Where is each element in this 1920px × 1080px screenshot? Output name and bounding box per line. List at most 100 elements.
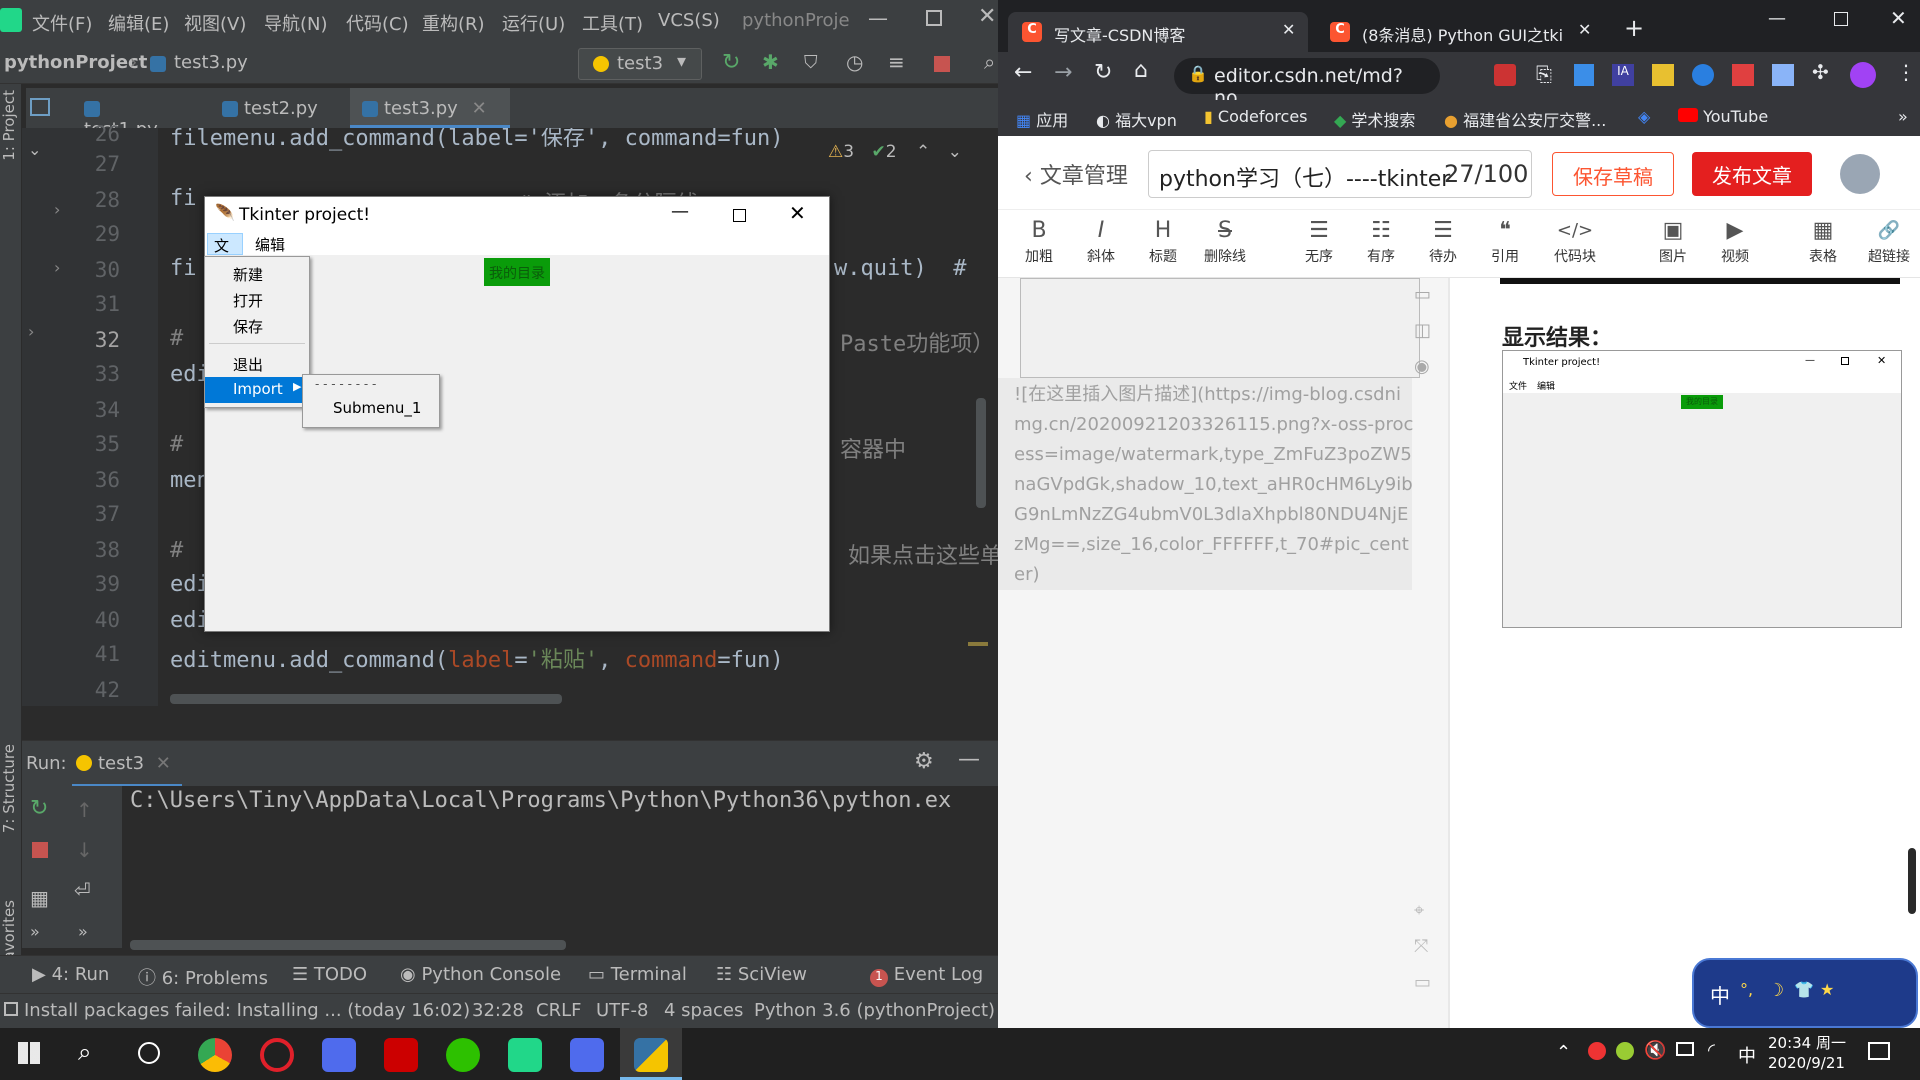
close-icon[interactable]: ✕ [789,201,806,225]
tool-terminal[interactable]: ▭ Terminal [588,964,687,985]
soft-wrap-icon[interactable]: ⏎ [74,878,91,902]
toolbar-ordered[interactable]: ☷ 有序 [1354,216,1408,266]
tab-test3[interactable]: test3.py ✕ [350,88,510,128]
menu-run[interactable]: 运行(U) [502,10,565,36]
wifi-icon[interactable]: ◜ [1708,1040,1715,1061]
home-icon[interactable]: ⌂ [1134,58,1148,83]
project-tool-button[interactable]: 1: Project [0,90,18,161]
pdf-extension-icon[interactable] [1494,64,1516,86]
debug-icon[interactable]: ✱ [762,50,779,74]
tk-menuitem-quit[interactable]: 退出 [205,351,309,377]
tk-menu-edit[interactable]: 编辑 [255,234,285,255]
ime-indicator[interactable]: 中 [1738,1042,1756,1068]
menu-vcs[interactable]: VCS(S) [658,10,720,31]
acrobat-icon[interactable] [384,1038,418,1072]
rerun-icon[interactable]: ↻ [30,796,48,821]
breadcrumb-project[interactable]: pythonProject [4,52,147,73]
indent-setting[interactable]: 4 spaces [664,1000,743,1021]
notification-icon[interactable] [1868,1042,1890,1060]
chevron-down-icon[interactable]: ⌄ [948,142,962,162]
tray-icon[interactable] [1588,1042,1606,1060]
horizontal-scrollbar[interactable] [170,694,562,704]
search-icon[interactable]: ⌕ [78,1038,91,1066]
expand-icon[interactable]: ⤧ [1414,936,1428,957]
maximize-icon[interactable] [926,10,942,26]
status-message[interactable]: Install packages failed: Installing ... … [24,1000,470,1021]
ia-extension-icon[interactable]: IA [1612,64,1634,86]
menu-view[interactable]: 视图(V) [184,10,246,36]
close-tab-icon[interactable]: ✕ [156,753,171,774]
close-tab-icon[interactable]: ✕ [1282,20,1295,39]
extension-icon[interactable] [1652,64,1674,86]
toolbar-codeblock[interactable]: </> 代码块 [1540,216,1610,266]
stop-icon[interactable] [32,842,48,858]
address-bar[interactable]: 🔒 editor.csdn.net/md?no... [1174,58,1440,109]
bookmark-fudavpn[interactable]: ◐ 福大vpn [1096,107,1177,131]
arrow-down-icon[interactable]: ↓ [76,838,93,862]
back-icon[interactable]: ← [1014,60,1032,85]
opera-taskbar-icon[interactable] [260,1038,294,1072]
toolbar-table[interactable]: ▦ 表格 [1796,216,1850,266]
chrome-taskbar-icon[interactable] [198,1038,232,1072]
inspection-widget[interactable]: ⚠3 ✔2 ⌃ ⌄ [828,142,978,166]
run-tab-test3[interactable]: test3 ✕ [72,741,182,787]
windows-start-icon[interactable] [18,1042,40,1064]
minimize-icon[interactable]: — [1768,8,1786,29]
minimize-icon[interactable]: — [868,6,888,30]
tk-menuitem-save[interactable]: 保存 [205,313,309,339]
tool-problems[interactable]: ⓘ 6: Problems [138,964,268,990]
fullscreen-icon[interactable]: ▭ [1414,972,1431,993]
clock-date[interactable]: 2020/9/21 [1768,1054,1845,1072]
toolbar-video[interactable]: ▶ 视频 [1708,216,1762,266]
maximize-icon[interactable] [1834,12,1848,26]
menu-refactor[interactable]: 重构(R) [422,10,485,36]
show-hidden-icon[interactable]: ⌃ [1556,1042,1571,1063]
toolbar-link[interactable]: 🔗 超链接 [1858,216,1920,266]
tool-todo[interactable]: ☰ TODO [292,964,367,985]
tool-event-log[interactable]: 1 Event Log [870,964,983,987]
more-icon[interactable]: » [30,922,40,941]
bookmark-scholar[interactable]: ◆ 学术搜索 [1334,107,1415,131]
menu-file[interactable]: 文件(F) [32,10,92,36]
coverage-icon[interactable]: ⛉ [804,52,818,73]
clock-time[interactable]: 20:34 周一 [1768,1032,1846,1053]
extension-icon[interactable] [1732,64,1754,86]
chevron-up-icon[interactable]: ⌃ [916,142,930,162]
reload-icon[interactable]: ↻ [1094,60,1112,85]
preview-scrollbar[interactable] [1908,848,1916,914]
gear-icon[interactable]: ⚙ [914,749,934,774]
bookmark-police[interactable]: ● 福建省公安厅交警... [1444,107,1606,131]
tool-run[interactable]: ▶ 4: Run [32,964,109,985]
line-separator[interactable]: CRLF [536,1000,581,1021]
battery-icon[interactable] [1676,1042,1694,1056]
eye-icon[interactable]: ◉ [1414,356,1430,377]
wps-taskbar-icon[interactable] [570,1038,604,1072]
interpreter[interactable]: Python 3.6 (pythonProject) [754,1000,995,1021]
hide-panel-icon[interactable]: — [958,747,980,772]
extension-icon[interactable] [1692,64,1714,86]
layout-icon[interactable]: ▦ [30,886,49,910]
volume-muted-icon[interactable]: 🔇 [1644,1040,1666,1061]
close-icon[interactable]: ✕ [978,4,996,29]
concurrency-icon[interactable]: ≡ [888,50,905,74]
bookmark-apps[interactable]: ▦ 应用 [1016,107,1068,131]
toolbar-strikethrough[interactable]: S 删除线 [1198,216,1252,266]
console-scrollbar[interactable] [130,940,566,950]
tool-sciview[interactable]: ☷ SciView [716,964,807,985]
pycharm-taskbar-icon[interactable] [508,1038,542,1072]
more-bookmarks-icon[interactable]: » [1898,107,1908,126]
bookmark-codeforces[interactable]: ▮ Codeforces [1204,107,1308,126]
avatar[interactable] [1840,154,1880,194]
wechat-icon[interactable] [446,1038,480,1072]
ime-status-widget[interactable]: 中 °, ☽ 👕 ★ [1692,958,1918,1028]
close-tab-icon[interactable]: ✕ [472,98,487,119]
run-config-select[interactable]: test3 ▾ [578,48,702,80]
tool-python-console[interactable]: ◉ Python Console [400,964,561,985]
toolbar-heading[interactable]: H 标题 [1136,216,1190,266]
cortana-icon[interactable] [138,1042,160,1064]
menu-navigate[interactable]: 导航(N) [264,10,328,36]
layout-icon[interactable]: ▭ [1414,284,1431,305]
profile-icon[interactable]: ◷ [846,50,863,74]
wps-writer-icon[interactable] [322,1038,356,1072]
save-draft-button[interactable]: 保存草稿 [1552,152,1674,196]
